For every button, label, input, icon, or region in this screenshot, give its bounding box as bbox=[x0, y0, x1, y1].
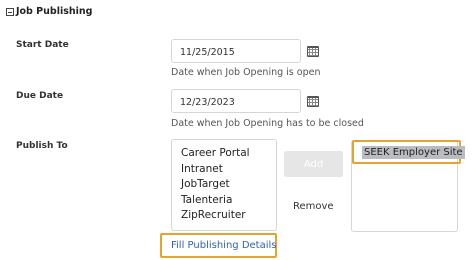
publish-to-label: Publish To bbox=[16, 141, 68, 151]
collapse-icon[interactable] bbox=[6, 7, 14, 16]
remove-button[interactable]: Remove bbox=[293, 201, 334, 212]
list-item[interactable]: Intranet bbox=[181, 162, 250, 178]
available-sites-list[interactable]: Career Portal Intranet JobTarget Talente… bbox=[171, 139, 277, 231]
selected-item-highlight: SEEK Employer Site bbox=[352, 140, 465, 164]
fill-details-highlight: Fill Publishing Details bbox=[160, 233, 277, 258]
due-date-label: Due Date bbox=[16, 91, 64, 101]
add-button[interactable]: Add bbox=[284, 151, 343, 177]
due-date-input[interactable]: 12/23/2023 bbox=[171, 89, 301, 113]
selected-site-item[interactable]: SEEK Employer Site bbox=[362, 146, 465, 159]
list-item[interactable]: Career Portal bbox=[181, 146, 250, 162]
fill-publishing-details-link[interactable]: Fill Publishing Details bbox=[171, 240, 277, 251]
section-title: Job Publishing bbox=[16, 6, 93, 17]
start-date-label: Start Date bbox=[16, 40, 69, 50]
calendar-icon[interactable] bbox=[307, 46, 319, 57]
due-date-hint: Date when Job Opening has to be closed bbox=[171, 118, 364, 129]
start-date-input[interactable]: 11/25/2015 bbox=[171, 39, 301, 63]
section-header[interactable]: Job Publishing bbox=[6, 6, 92, 17]
start-date-hint: Date when Job Opening is open bbox=[171, 67, 321, 78]
list-item[interactable]: Talenteria bbox=[181, 193, 250, 209]
calendar-icon[interactable] bbox=[307, 96, 319, 107]
list-item[interactable]: ZipRecruiter bbox=[181, 208, 250, 224]
list-item[interactable]: JobTarget bbox=[181, 177, 250, 193]
